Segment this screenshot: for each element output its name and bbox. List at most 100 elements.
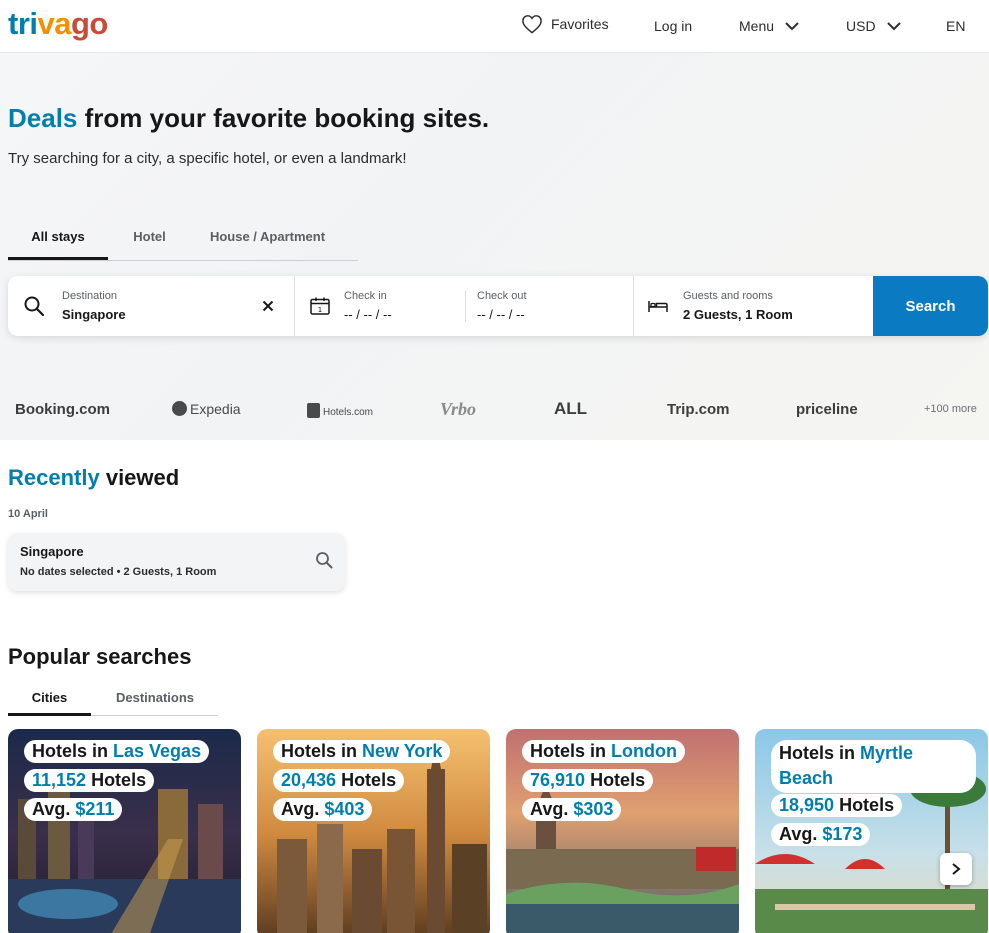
avg-price-value: $303	[573, 799, 614, 819]
destination-field[interactable]: Destination Singapore	[8, 276, 295, 336]
tab-cities[interactable]: Cities	[8, 690, 91, 716]
card-title: Hotels in Myrtle Beach	[771, 740, 976, 793]
checkin-value: -- / -- / --	[344, 307, 392, 322]
checkout-label: Check out	[477, 290, 527, 302]
search-icon	[316, 552, 333, 569]
city-name: Las Vegas	[113, 741, 202, 761]
checkin-field[interactable]: 1 Check in -- / -- / --	[295, 276, 465, 336]
avg-price: Avg. $303	[522, 798, 622, 821]
language-selector[interactable]: EN	[946, 18, 965, 34]
checkout-field[interactable]: Check out -- / -- / --	[465, 276, 634, 336]
hotel-count: 76,910 Hotels	[522, 769, 654, 792]
avg-price-value: $211	[75, 799, 115, 819]
destination-value: Singapore	[62, 307, 126, 322]
avg-word: Avg.	[779, 824, 823, 844]
recent-search-city: Singapore	[20, 544, 84, 559]
hotels-word: Hotels	[834, 795, 895, 815]
recent-search-details: No dates selected • 2 Guests, 1 Room	[20, 566, 217, 578]
favorites-button[interactable]: Favorites	[521, 14, 609, 34]
chevron-down-icon	[886, 22, 901, 31]
hotels-in-text: Hotels in	[281, 741, 363, 761]
card-title: Hotels in London	[522, 740, 685, 763]
avg-word: Avg.	[281, 799, 325, 819]
avg-word: Avg.	[530, 799, 574, 819]
search-button[interactable]: Search	[873, 276, 988, 336]
popular-city-card-new-york[interactable]: Hotels in New York 20,436 Hotels Avg. $4…	[257, 729, 490, 933]
avg-price-value: $403	[324, 799, 365, 819]
avg-price: Avg. $173	[771, 823, 871, 846]
avg-price: Avg. $403	[273, 798, 373, 821]
carousel-next-button[interactable]	[940, 853, 972, 885]
logo-part-go: go	[70, 6, 108, 41]
hotels-word: Hotels	[585, 770, 646, 790]
trivago-logo[interactable]: trivago	[8, 6, 108, 42]
hotel-count-value: 18,950	[779, 795, 835, 815]
avg-price: Avg. $211	[24, 798, 123, 821]
hero-title: Deals from your favorite booking sites.	[8, 103, 489, 134]
search-icon	[24, 296, 45, 317]
chevron-down-icon	[785, 22, 799, 31]
tab-all-stays[interactable]: All stays	[8, 220, 108, 260]
popular-city-card-myrtle-beach[interactable]: Hotels in Myrtle Beach 18,950 Hotels Avg.…	[755, 729, 988, 933]
expedia-logo: Expedia	[172, 401, 241, 417]
hotels-in-text: Hotels in	[32, 741, 114, 761]
hotel-count-value: 20,436	[281, 770, 337, 790]
logo-part-va: va	[37, 6, 72, 41]
hotels-in-text: Hotels in	[530, 741, 612, 761]
login-label: Log in	[654, 18, 693, 34]
hero-title-rest: from your favorite booking sites.	[77, 103, 490, 133]
hotels-com-label: Hotels.com	[323, 407, 374, 418]
calendar-icon: 1	[310, 297, 330, 315]
city-name: London	[611, 741, 677, 761]
recently-viewed-title: Recently viewed	[8, 465, 179, 491]
logo-part-tri: tri	[8, 6, 38, 41]
city-name: New York	[362, 741, 443, 761]
popular-city-card-las-vegas[interactable]: Hotels in Las Vegas 11,152 Hotels Avg. $…	[8, 729, 241, 933]
hotels-in-text: Hotels in	[779, 743, 861, 763]
all-accor-logo: ALL	[554, 399, 588, 418]
guests-label: Guests and rooms	[683, 290, 773, 302]
hero-subtitle: Try searching for a city, a specific hot…	[8, 150, 407, 167]
hero-title-accent: Deals	[8, 103, 78, 133]
priceline-logo: priceline	[796, 401, 858, 418]
hero-section: Deals from your favorite booking sites. …	[0, 53, 989, 440]
vrbo-logo: Vrbo	[440, 399, 477, 419]
hotel-count: 11,152 Hotels	[24, 769, 155, 792]
stay-type-tabs: All stays Hotel House / Apartment	[8, 220, 358, 261]
hotel-count-value: 76,910	[530, 770, 586, 790]
close-icon[interactable]	[262, 300, 274, 312]
popular-city-card-london[interactable]: Hotels in London 76,910 Hotels Avg. $303	[506, 729, 739, 933]
svg-text:1: 1	[318, 306, 322, 314]
more-partners-text: +100 more	[924, 403, 977, 415]
currency-selector[interactable]: USD	[846, 16, 904, 36]
menu-button[interactable]: Menu	[739, 16, 802, 36]
favorites-label: Favorites	[551, 16, 609, 32]
hotel-count-value: 11,152	[32, 770, 87, 790]
recent-search-card[interactable]: Singapore No dates selected • 2 Guests, …	[8, 533, 345, 591]
hotel-count: 18,950 Hotels	[771, 794, 903, 817]
heart-icon	[522, 15, 542, 34]
guests-rooms-field[interactable]: Guests and rooms 2 Guests, 1 Room	[634, 276, 873, 336]
city-name-line2: Beach	[779, 768, 834, 788]
popular-searches-tabs: Cities Destinations	[8, 682, 218, 716]
booking-com-logo: Booking.com	[15, 401, 111, 418]
language-label: EN	[946, 18, 966, 34]
tab-house-apartment[interactable]: House / Apartment	[191, 220, 344, 260]
hotels-word: Hotels	[86, 770, 147, 790]
login-button[interactable]: Log in	[654, 18, 692, 34]
expedia-label: Expedia	[190, 401, 241, 417]
recently-viewed-title-accent: Recently	[8, 465, 100, 490]
avg-price-value: $173	[822, 824, 863, 844]
checkout-value: -- / -- / --	[477, 307, 525, 322]
avg-word: Avg.	[32, 799, 76, 819]
tab-destinations[interactable]: Destinations	[106, 690, 204, 716]
guests-value: 2 Guests, 1 Room	[683, 307, 793, 322]
hotels-word: Hotels	[336, 770, 397, 790]
destination-label: Destination	[62, 290, 118, 302]
chevron-right-icon	[952, 863, 961, 875]
tab-hotel[interactable]: Hotel	[108, 220, 191, 260]
partner-logos: Booking.com Expedia Hotels.com Vrbo ALL …	[0, 389, 989, 433]
card-title: Hotels in Las Vegas	[24, 740, 210, 763]
city-name-line1: Myrtle	[860, 743, 914, 763]
currency-label: USD	[846, 18, 876, 34]
